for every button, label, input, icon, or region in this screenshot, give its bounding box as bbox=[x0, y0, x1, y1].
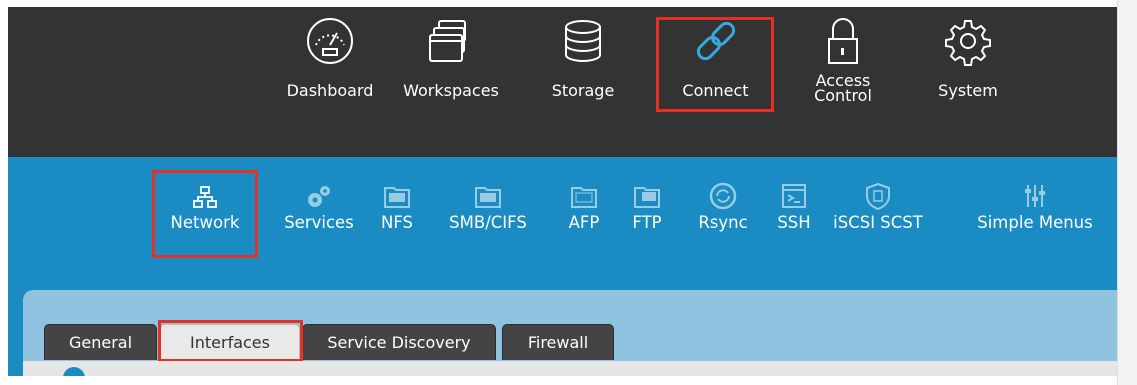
sub-nav-label: FTP bbox=[632, 213, 662, 232]
tab-firewall[interactable]: Firewall bbox=[502, 324, 614, 360]
interfaces-highlight-box bbox=[158, 320, 303, 362]
sub-nav-services[interactable]: Services bbox=[280, 157, 358, 267]
windows-icon bbox=[429, 20, 466, 62]
sub-nav-ssh[interactable]: SSH bbox=[768, 157, 820, 267]
shield-icon bbox=[866, 182, 890, 211]
gears-icon bbox=[308, 186, 330, 207]
tab-content-strip bbox=[23, 361, 1117, 376]
smb-folder-icon bbox=[475, 187, 501, 208]
sub-nav-label: Rsync bbox=[698, 213, 748, 232]
network-highlight-box bbox=[152, 170, 258, 258]
gear-icon bbox=[945, 20, 991, 66]
sync-icon bbox=[709, 182, 737, 210]
top-nav-label: Workspaces bbox=[403, 81, 499, 100]
content-area: General Interfaces Service Discovery Fir… bbox=[8, 267, 1117, 376]
top-nav-access-control[interactable]: Access Control bbox=[798, 7, 888, 157]
top-nav-workspaces[interactable]: Workspaces bbox=[390, 7, 512, 157]
sub-nav-label: NFS bbox=[380, 213, 414, 232]
top-navigation-bar: Dashboard Workspaces Storage Connect Acc… bbox=[8, 7, 1117, 157]
terminal-icon bbox=[782, 184, 806, 208]
nfs-folder-icon bbox=[384, 187, 410, 208]
circle-icon bbox=[63, 367, 85, 376]
sub-nav-rsync[interactable]: Rsync bbox=[688, 157, 758, 267]
sub-nav-afp[interactable]: AFP bbox=[556, 157, 612, 267]
top-nav-label: Storage bbox=[551, 81, 615, 100]
app-frame: Dashboard Workspaces Storage Connect Acc… bbox=[8, 7, 1117, 376]
top-nav-label: Access Control bbox=[814, 71, 872, 105]
ftp-folder-icon bbox=[634, 187, 660, 208]
sub-nav-nfs[interactable]: NFS bbox=[372, 157, 422, 267]
sub-nav-label: AFP bbox=[568, 213, 600, 232]
scrollbar-gutter[interactable] bbox=[1117, 0, 1137, 385]
sub-nav-simple-menus[interactable]: Simple Menus bbox=[962, 157, 1108, 267]
tab-service-discovery[interactable]: Service Discovery bbox=[302, 324, 496, 360]
connect-highlight-box bbox=[656, 17, 774, 112]
database-icon bbox=[565, 20, 601, 62]
sub-nav-label: SMB/CIFS bbox=[449, 213, 527, 232]
afp-folder-icon bbox=[571, 187, 597, 208]
section-navigation-bar: Network Services NFS SMB/CIFS AFP FTP Rs… bbox=[8, 157, 1117, 267]
lock-icon bbox=[828, 18, 858, 64]
sub-nav-label: Services bbox=[284, 213, 354, 232]
sliders-icon bbox=[1025, 185, 1045, 207]
top-nav-dashboard[interactable]: Dashboard bbox=[270, 7, 390, 157]
gauge-icon bbox=[307, 18, 353, 64]
top-nav-storage[interactable]: Storage bbox=[538, 7, 628, 157]
sub-nav-smb-cifs[interactable]: SMB/CIFS bbox=[438, 157, 538, 267]
tab-general[interactable]: General bbox=[44, 324, 157, 360]
top-nav-label: Dashboard bbox=[286, 81, 374, 100]
sub-nav-label: SSH bbox=[777, 213, 811, 232]
sub-nav-ftp[interactable]: FTP bbox=[622, 157, 672, 267]
sub-nav-label: iSCSI SCST bbox=[833, 213, 923, 232]
sub-nav-iscsi-scst[interactable]: iSCSI SCST bbox=[826, 157, 930, 267]
sub-nav-label: Simple Menus bbox=[977, 213, 1093, 232]
top-nav-system[interactable]: System bbox=[928, 7, 1008, 157]
top-nav-label: System bbox=[938, 81, 998, 100]
